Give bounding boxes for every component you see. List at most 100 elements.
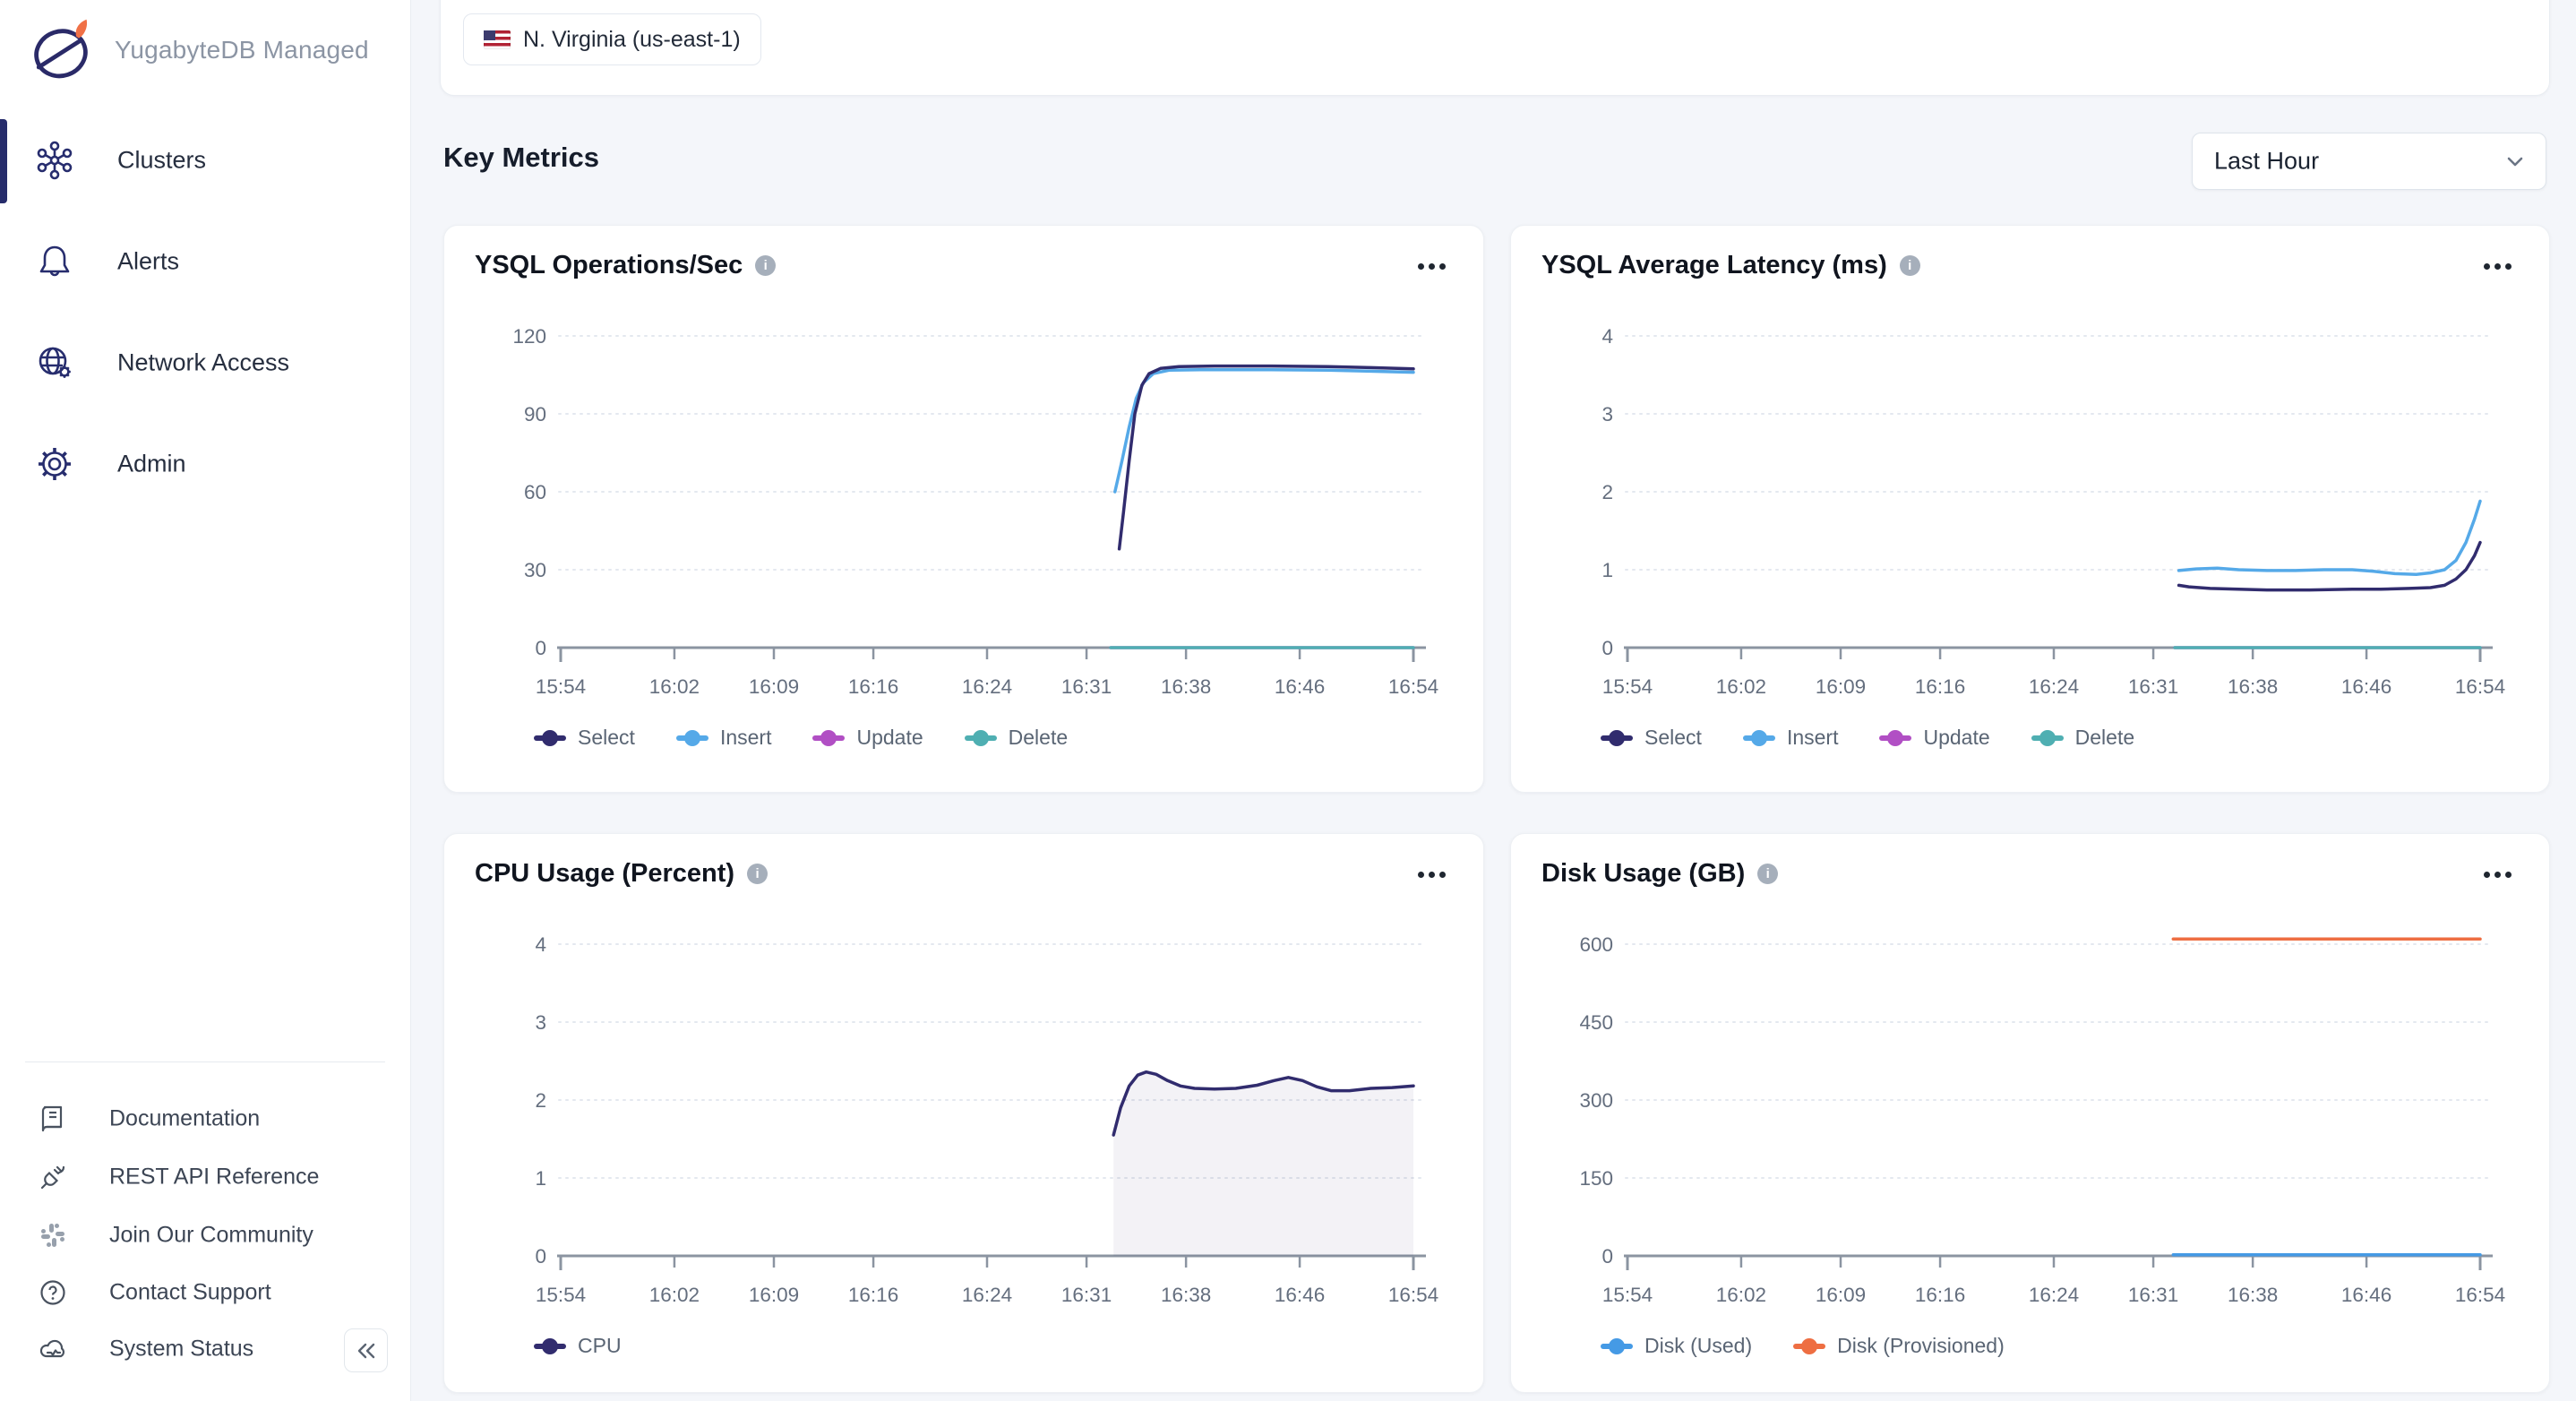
chart-card-header: Disk Usage (GB) i xyxy=(1541,859,1778,889)
chart-canvas[interactable]: 0123415:5416:0216:0916:1616:2416:3116:38… xyxy=(444,834,1484,1393)
svg-text:16:31: 16:31 xyxy=(2128,1284,2178,1306)
svg-text:16:46: 16:46 xyxy=(1275,1284,1325,1306)
sidebar-item-community[interactable]: Join Our Community xyxy=(0,1212,409,1259)
legend-item-insert[interactable]: Insert xyxy=(1743,726,1839,750)
svg-text:60: 60 xyxy=(524,481,546,503)
chart-menu-button[interactable] xyxy=(1413,258,1451,275)
svg-text:16:02: 16:02 xyxy=(649,1284,700,1306)
svg-text:16:09: 16:09 xyxy=(1816,1284,1866,1306)
gear-icon xyxy=(33,443,76,486)
chart-card-ysql-operations: YSQL Operations/Seci030609012015:5416:02… xyxy=(443,225,1484,793)
svg-text:16:54: 16:54 xyxy=(1388,1284,1438,1306)
chart-card-ysql-latency: YSQL Average Latency (ms)i0123415:5416:0… xyxy=(1510,225,2550,793)
svg-text:0: 0 xyxy=(535,1245,546,1268)
chart-card-header: CPU Usage (Percent)i xyxy=(475,859,768,889)
svg-text:16:02: 16:02 xyxy=(649,675,700,698)
svg-text:16:24: 16:24 xyxy=(962,675,1012,698)
svg-text:120: 120 xyxy=(512,325,546,348)
chart-menu-button[interactable] xyxy=(1413,866,1451,883)
svg-text:1: 1 xyxy=(535,1167,546,1190)
sidebar-item-label: Clusters xyxy=(117,147,206,175)
legend-marker-icon xyxy=(1601,730,1633,746)
time-range-select[interactable]: Last Hour xyxy=(2192,133,2546,190)
cloud-status-icon xyxy=(38,1334,68,1364)
sidebar-item-rest-api[interactable]: REST API Reference xyxy=(0,1154,409,1200)
chart-title: YSQL Operations/Sec xyxy=(475,251,743,280)
slack-icon xyxy=(38,1220,68,1251)
legend-item-select[interactable]: Select xyxy=(1601,726,1702,750)
chart-card-cpu-usage: CPU Usage (Percent)i0123415:5416:0216:09… xyxy=(443,833,1484,1393)
svg-text:16:38: 16:38 xyxy=(1161,1284,1211,1306)
sidebar-collapse-button[interactable] xyxy=(344,1328,388,1372)
double-chevron-left-icon xyxy=(355,1339,378,1362)
chart-canvas[interactable]: 030609012015:5416:0216:0916:1616:2416:31… xyxy=(444,226,1484,793)
time-range-value: Last Hour xyxy=(2214,148,2319,176)
svg-text:300: 300 xyxy=(1579,1089,1613,1112)
legend-label: Delete xyxy=(2075,726,2134,750)
svg-text:16:24: 16:24 xyxy=(2029,675,2079,698)
chart-legend: Select Insert Update Delete xyxy=(1601,726,2134,750)
legend-item-disk-provisioned[interactable]: Disk (Provisioned) xyxy=(1793,1334,2005,1358)
svg-text:16:09: 16:09 xyxy=(749,675,799,698)
svg-text:150: 150 xyxy=(1579,1167,1613,1190)
chart-title: Disk Usage (GB) xyxy=(1541,859,1745,889)
chart-card-header: YSQL Operations/Sec i xyxy=(475,251,776,280)
plug-icon xyxy=(38,1162,68,1192)
chart-canvas[interactable]: 015030045060015:5416:0216:0916:1616:2416… xyxy=(1511,834,2550,1393)
svg-text:16:09: 16:09 xyxy=(1816,675,1866,698)
sidebar-item-network-access[interactable]: Network Access xyxy=(0,332,409,393)
info-icon[interactable]: i xyxy=(755,255,776,276)
svg-text:16:24: 16:24 xyxy=(962,1284,1012,1306)
chart-legend: CPU xyxy=(534,1334,622,1358)
svg-text:15:54: 15:54 xyxy=(536,1284,586,1306)
legend-marker-icon xyxy=(965,730,997,746)
svg-text:30: 30 xyxy=(524,559,546,581)
legend-marker-icon xyxy=(1743,730,1775,746)
info-icon[interactable]: i xyxy=(1900,255,1920,276)
sidebar-item-support[interactable]: Contact Support xyxy=(0,1269,409,1316)
sidebar-item-label: Join Our Community xyxy=(109,1223,313,1249)
legend-item-disk-used[interactable]: Disk (Used) xyxy=(1601,1334,1752,1358)
chevron-down-icon xyxy=(2503,149,2528,174)
sidebar-item-clusters[interactable]: Clusters xyxy=(0,130,409,191)
legend-label: Insert xyxy=(720,726,772,750)
app-logo[interactable]: YugabyteDB Managed xyxy=(25,14,369,86)
chart-title: YSQL Average Latency (ms) xyxy=(1541,251,1887,280)
legend-item-delete[interactable]: Delete xyxy=(965,726,1068,750)
info-icon[interactable]: i xyxy=(1757,864,1778,884)
book-icon xyxy=(38,1104,68,1134)
legend-marker-icon xyxy=(1601,1338,1633,1354)
info-icon[interactable]: i xyxy=(747,864,768,884)
legend-item-cpu[interactable]: CPU xyxy=(534,1334,622,1358)
sidebar-item-label: Documentation xyxy=(109,1106,260,1132)
page-title: Key Metrics xyxy=(443,142,599,174)
legend-label: Disk (Used) xyxy=(1644,1334,1752,1358)
svg-text:16:38: 16:38 xyxy=(1161,675,1211,698)
chart-menu-button[interactable] xyxy=(2478,866,2517,883)
svg-text:3: 3 xyxy=(535,1011,546,1034)
legend-item-select[interactable]: Select xyxy=(534,726,635,750)
legend-label: Update xyxy=(856,726,923,750)
svg-text:16:09: 16:09 xyxy=(749,1284,799,1306)
legend-marker-icon xyxy=(534,1338,566,1354)
sidebar-item-label: Admin xyxy=(117,451,186,478)
legend-item-insert[interactable]: Insert xyxy=(676,726,772,750)
svg-text:16:31: 16:31 xyxy=(1061,1284,1112,1306)
region-chip[interactable]: N. Virginia (us-east-1) xyxy=(463,13,761,65)
svg-text:16:02: 16:02 xyxy=(1716,675,1766,698)
svg-text:16:46: 16:46 xyxy=(1275,675,1325,698)
legend-item-update[interactable]: Update xyxy=(1879,726,1989,750)
chart-canvas[interactable]: 0123415:5416:0216:0916:1616:2416:3116:38… xyxy=(1511,226,2550,793)
sidebar-item-alerts[interactable]: Alerts xyxy=(0,231,409,292)
legend-item-delete[interactable]: Delete xyxy=(2031,726,2134,750)
chart-menu-button[interactable] xyxy=(2478,258,2517,275)
svg-text:15:54: 15:54 xyxy=(1602,1284,1653,1306)
legend-item-update[interactable]: Update xyxy=(812,726,923,750)
svg-text:16:16: 16:16 xyxy=(1915,675,1965,698)
sidebar-item-admin[interactable]: Admin xyxy=(0,434,409,494)
legend-label: Disk (Provisioned) xyxy=(1837,1334,2005,1358)
question-icon xyxy=(38,1277,68,1308)
chart-legend: Select Insert Update Delete xyxy=(534,726,1068,750)
legend-marker-icon xyxy=(1793,1338,1825,1354)
sidebar-item-documentation[interactable]: Documentation xyxy=(0,1096,409,1142)
